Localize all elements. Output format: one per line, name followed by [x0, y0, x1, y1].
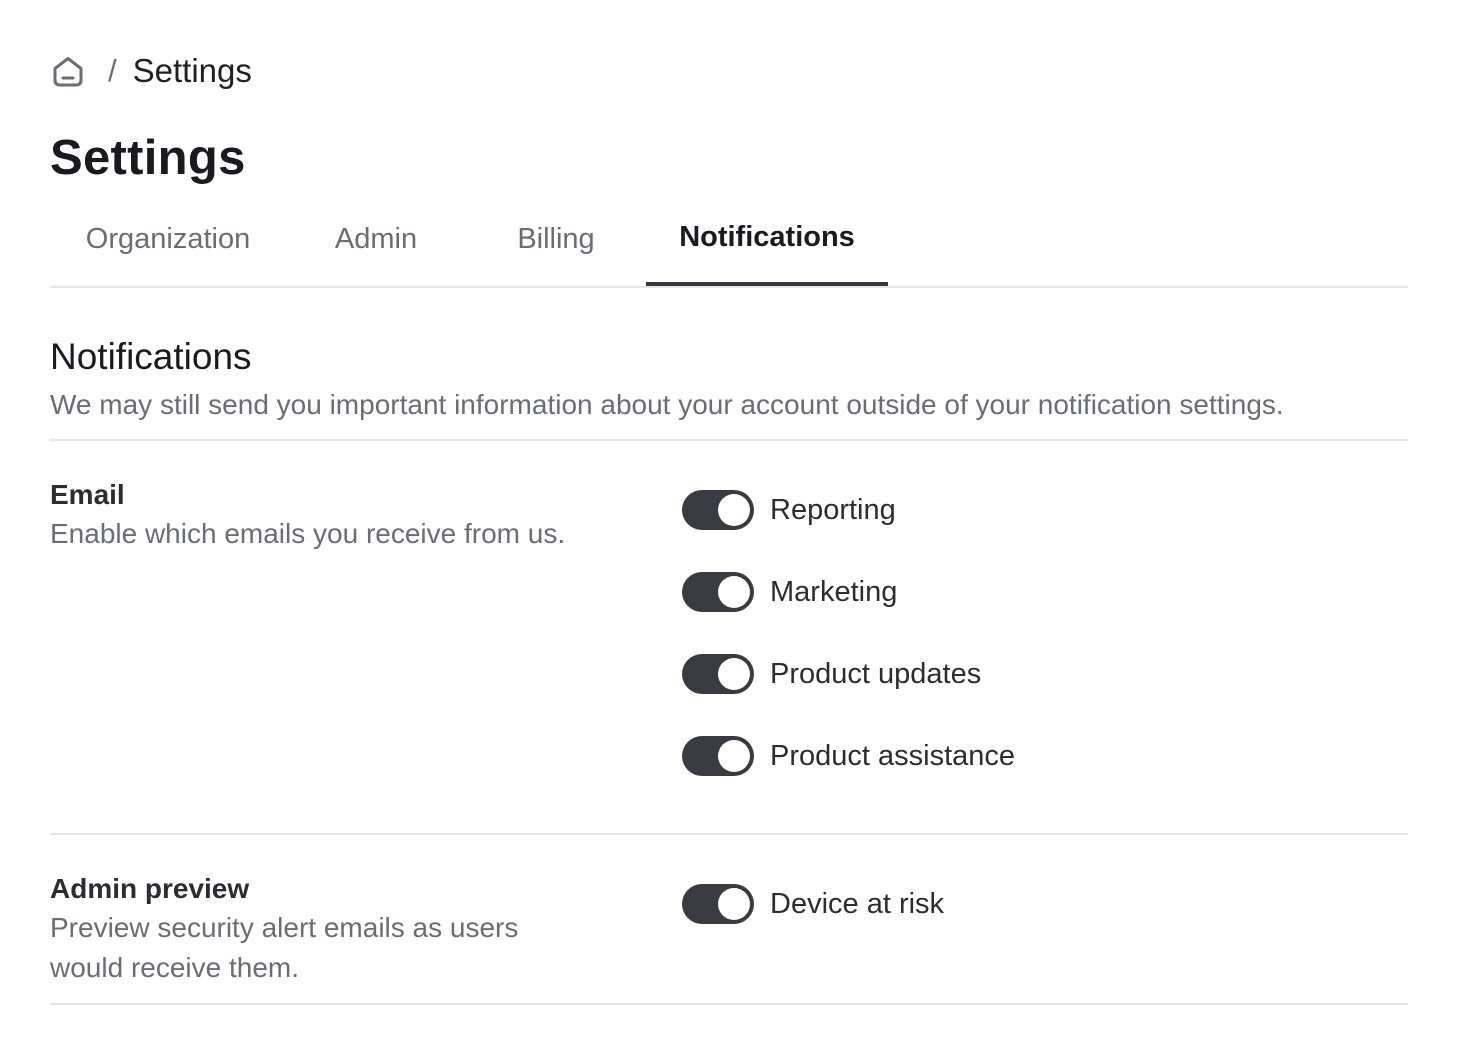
admin-group-description-line2: would receive them.	[50, 952, 300, 983]
email-group-description: Enable which emails you receive from us.	[50, 518, 566, 549]
home-icon[interactable]	[50, 50, 90, 92]
toggle-label: Marketing	[770, 575, 898, 608]
email-group-title: Email	[50, 479, 125, 510]
toggle-reporting[interactable]: Reporting	[682, 490, 896, 530]
admin-group-title: Admin preview	[50, 873, 250, 904]
toggle-device-at-risk[interactable]: Device at risk	[682, 884, 944, 924]
toggle-knob	[718, 888, 750, 920]
toggle-label: Device at risk	[770, 887, 945, 920]
section-divider	[50, 439, 1408, 441]
toggle-switch[interactable]	[682, 490, 754, 530]
tab-notifications[interactable]: Notifications	[646, 206, 888, 286]
tab-admin[interactable]: Admin	[302, 206, 450, 286]
breadcrumb: / Settings	[50, 50, 252, 92]
toggle-switch[interactable]	[682, 736, 754, 776]
settings-page: / Settings Settings Organization Admin B…	[50, 0, 1408, 1058]
group-divider	[50, 833, 1408, 835]
bottom-divider	[50, 1003, 1408, 1005]
toggle-knob	[718, 576, 750, 608]
admin-group-label: Admin preview Preview security alert ema…	[50, 870, 610, 988]
toggle-label: Product updates	[770, 657, 982, 690]
toggle-switch[interactable]	[682, 654, 754, 694]
toggle-switch[interactable]	[682, 572, 754, 612]
toggle-label: Reporting	[770, 493, 896, 526]
section-title: Notifications	[50, 336, 252, 377]
tab-billing[interactable]: Billing	[484, 206, 628, 286]
admin-group-description-line1: Preview security alert emails as users	[50, 912, 519, 943]
toggle-product-updates[interactable]: Product updates	[682, 654, 981, 694]
toggle-knob	[718, 494, 750, 526]
tab-organization[interactable]: Organization	[50, 206, 286, 286]
toggle-product-assistance[interactable]: Product assistance	[682, 736, 1015, 776]
section-description: We may still send you important informat…	[50, 389, 1284, 420]
email-group-label: Email Enable which emails you receive fr…	[50, 476, 610, 554]
breadcrumb-current: Settings	[132, 52, 252, 89]
breadcrumb-separator: /	[108, 53, 117, 88]
toggle-switch[interactable]	[682, 884, 754, 924]
page-title: Settings	[50, 131, 246, 185]
toggle-knob	[718, 658, 750, 690]
toggle-marketing[interactable]: Marketing	[682, 572, 897, 612]
toggle-label: Product assistance	[770, 739, 1016, 772]
settings-tabs: Organization Admin Billing Notifications	[50, 206, 1408, 288]
toggle-knob	[718, 740, 750, 772]
